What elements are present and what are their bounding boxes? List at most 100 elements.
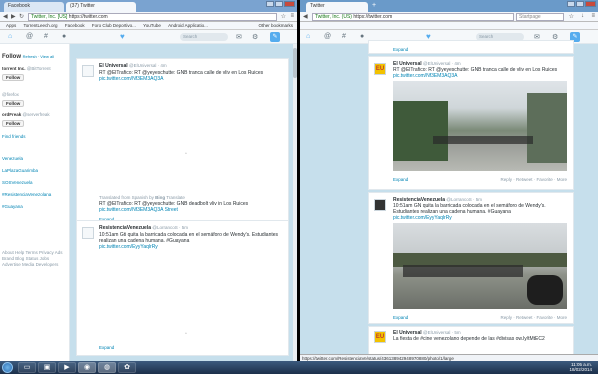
compose-tweet-button[interactable]: ✎ [270, 32, 280, 42]
follow-button-3[interactable]: Follow [2, 120, 25, 127]
back-icon[interactable]: ◀ [303, 13, 308, 20]
tweet-card[interactable]: El Universal @ElUniversal · 4m RT @ElTra… [76, 58, 289, 224]
footer-media[interactable]: Media [22, 262, 34, 267]
menu-icon[interactable]: ≡ [591, 13, 595, 19]
connect-icon[interactable]: @ [26, 33, 33, 40]
left-url-field[interactable]: Twitter, Inc. [US] https://twitter.com [28, 13, 277, 21]
refresh-link[interactable]: Refresh · View all [23, 54, 54, 59]
star-icon[interactable]: ☆ [569, 13, 574, 20]
tab-facebook[interactable]: Facebook [4, 2, 64, 12]
tweet-card[interactable]: ResistenciaVenezuela @LorrancoS · 5m 10:… [76, 220, 289, 356]
menu-icon[interactable]: ≡ [290, 13, 294, 19]
connect-icon[interactable]: @ [324, 33, 331, 40]
tweet-actions[interactable]: Reply · Retweet · Favorite · More [500, 315, 567, 320]
tweet-link[interactable]: pic.twitter.com/Nf3EM3AQ3A [99, 76, 163, 82]
tweet-card-partial[interactable]: Expand [368, 40, 574, 54]
close-button[interactable] [284, 1, 295, 7]
trend-2[interactable]: LaPlazaGuarimba [2, 168, 38, 173]
tweet-card[interactable]: EU El Universal @ElUniversal · 5m La fie… [368, 326, 574, 356]
footer-blog[interactable]: Blog [15, 256, 24, 261]
back-icon[interactable]: ◀ [3, 13, 8, 20]
discover-icon[interactable]: # [44, 33, 48, 40]
maximize-button[interactable] [275, 1, 283, 7]
left-scrollbar[interactable] [293, 44, 297, 362]
taskbar-folder-icon[interactable]: ▣ [38, 362, 56, 373]
trend-5[interactable]: #Guayana [2, 204, 23, 209]
minimize-button[interactable] [567, 1, 575, 7]
footer-advertise[interactable]: Advertise [2, 262, 21, 267]
tweet-author[interactable]: El Universal [99, 63, 128, 69]
bookmark-facebook[interactable]: Facebook [65, 22, 85, 29]
close-button[interactable] [585, 1, 596, 7]
taskbar-explorer-icon[interactable]: ▭ [18, 362, 36, 373]
footer-help[interactable]: Help [15, 250, 24, 255]
follow-button-1[interactable]: Follow [2, 74, 25, 81]
bookmark-torrentleech[interactable]: TorrentLeech.org [24, 22, 58, 29]
tweet-author[interactable]: ResistenciaVenezuela [99, 225, 151, 231]
search-engine-field[interactable]: Startpage [516, 13, 564, 21]
trend-3[interactable]: SOSVenezuela [2, 180, 33, 185]
eluniversal-logo[interactable]: EU [374, 63, 386, 75]
taskbar-app-icon[interactable]: ✿ [118, 362, 136, 373]
expand-link[interactable]: Expand [99, 345, 114, 350]
home-icon[interactable]: ⌂ [306, 33, 310, 40]
tweet-link[interactable]: pic.twitter.com/EyyYaqlrRy [99, 244, 158, 250]
footer-brand[interactable]: Brand [2, 256, 14, 261]
footer-terms[interactable]: Terms [25, 250, 37, 255]
reload-icon[interactable]: ↻ [19, 13, 24, 20]
tweet-actions[interactable]: Reply · Retweet · Favorite · More [500, 177, 567, 182]
taskbar-media-icon[interactable]: ▶ [58, 362, 76, 373]
avatar[interactable] [82, 227, 94, 239]
tweet-link[interactable]: pic.twitter.com/EyyYaqlrRy [393, 215, 452, 221]
discover-icon[interactable]: # [342, 33, 346, 40]
avatar[interactable] [82, 65, 94, 77]
taskbar-chrome-icon[interactable]: ◉ [78, 362, 96, 373]
footer-privacy[interactable]: Privacy [39, 250, 54, 255]
minimize-button[interactable] [266, 1, 274, 7]
eluniversal-logo[interactable]: EU [374, 331, 386, 343]
footer-about[interactable]: About [2, 250, 14, 255]
tab-twitter[interactable]: (37) Twitter [66, 2, 136, 12]
footer-ads[interactable]: Ads [55, 250, 63, 255]
messages-icon[interactable]: ✉ [236, 33, 242, 41]
tweet-link[interactable]: pic.twitter.com/Nf3EM3AQ3A [393, 73, 457, 79]
expand-link[interactable]: Expand [393, 47, 408, 52]
follow-button-2[interactable]: Follow [2, 100, 25, 107]
footer-jobs[interactable]: Jobs [40, 256, 50, 261]
suggestion-3: ordFreak @serverfreak [2, 112, 50, 117]
me-icon[interactable]: ● [62, 33, 66, 40]
star-icon[interactable]: ☆ [281, 13, 286, 20]
bookmark-android[interactable]: Android Applicatio... [168, 22, 208, 29]
me-icon[interactable]: ● [360, 33, 364, 40]
bookmark-apps[interactable]: Apps [6, 22, 16, 29]
avatar[interactable] [374, 199, 386, 211]
settings-icon[interactable]: ⚙ [252, 33, 258, 41]
trend-1[interactable]: Venezuela [2, 156, 23, 161]
home-icon[interactable]: ⌂ [8, 33, 12, 40]
tweet-photo-street[interactable] [393, 81, 567, 171]
trend-4[interactable]: #ResistenciaVenezolana [2, 192, 51, 197]
forward-icon[interactable]: ▶ [11, 13, 16, 20]
scroll-thumb[interactable] [293, 48, 297, 78]
tab-twitter-firefox[interactable]: Twitter [306, 2, 368, 12]
tweet-card[interactable]: ResistenciaVenezuela @LorrancoS · 5m 10:… [368, 192, 574, 324]
bookmark-foro[interactable]: Foro Club Deportivo... [92, 22, 136, 29]
tweet-photo-chain[interactable] [393, 223, 567, 309]
translation-link[interactable]: pic.twitter.com/Nf3EM3AQ3A Street [99, 207, 178, 213]
maximize-button[interactable] [576, 1, 584, 7]
taskbar-firefox-icon[interactable]: ◍ [98, 362, 116, 373]
footer-developers[interactable]: Developers [36, 262, 59, 267]
tweet-card[interactable]: EU El Universal @ElUniversal · 4m RT @El… [368, 56, 574, 190]
download-icon[interactable]: ↓ [581, 13, 584, 19]
new-tab-icon[interactable]: + [372, 2, 376, 9]
right-url-field[interactable]: Twitter, Inc. (US) https://twitter.com [312, 13, 514, 21]
taskbar-clock[interactable]: 11:05 a.m. 18/02/2014 [569, 362, 592, 372]
bookmark-youtube[interactable]: YouTube [143, 22, 161, 29]
start-button[interactable] [2, 362, 13, 373]
find-friends-link[interactable]: Find friends [2, 134, 26, 139]
bookmark-other[interactable]: Other bookmarks [258, 22, 293, 29]
footer-status[interactable]: Status [26, 256, 39, 261]
expand-link[interactable]: Expand [393, 315, 408, 320]
expand-link[interactable]: Expand [393, 177, 408, 182]
search-input[interactable]: Search [180, 33, 228, 41]
